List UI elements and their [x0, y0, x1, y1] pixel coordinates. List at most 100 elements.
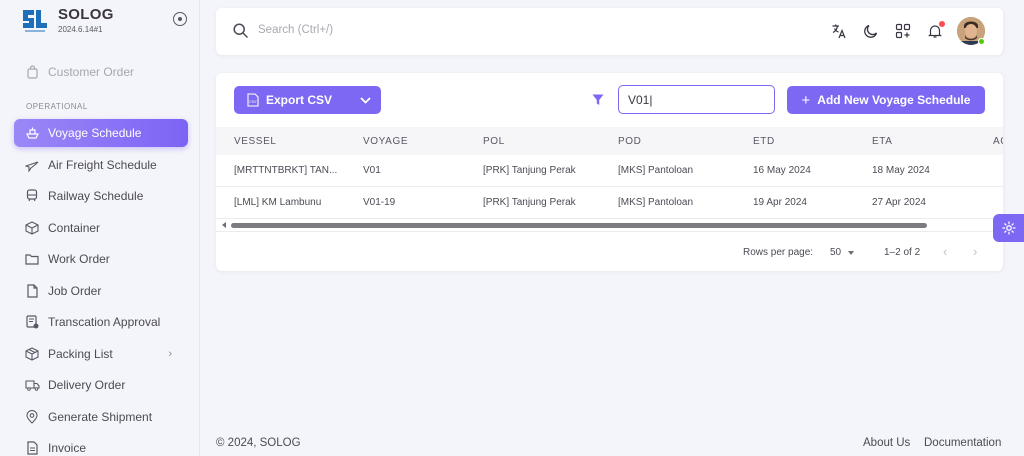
plus-icon: +: [801, 91, 811, 109]
cell-eta: 18 May 2024: [872, 165, 930, 176]
cell-pod: [MKS] Pantoloan: [618, 197, 694, 208]
apps-grid-icon[interactable]: [894, 22, 912, 40]
sidebar-item-job-order[interactable]: Job Order: [14, 277, 188, 305]
column-header-etd[interactable]: ETD: [753, 136, 775, 147]
cell-vessel: [LML] KM Lambunu: [234, 197, 322, 208]
notification-badge: [939, 21, 945, 27]
sidebar-item-label: Work Order: [48, 252, 110, 266]
brand-name: SOLOG: [58, 6, 114, 23]
invoice-icon: [24, 440, 40, 456]
horizontal-scrollbar[interactable]: [216, 221, 1003, 230]
export-csv-label: Export CSV: [266, 93, 333, 107]
approval-icon: [24, 314, 40, 330]
cell-eta: 27 Apr 2024: [872, 197, 926, 208]
previous-page-icon[interactable]: ‹: [943, 244, 947, 259]
dark-mode-icon[interactable]: [862, 22, 880, 40]
documentation-link[interactable]: Documentation: [924, 437, 1001, 449]
truck-icon: [24, 377, 40, 393]
scroll-left-icon[interactable]: [222, 222, 226, 228]
filter-icon[interactable]: [592, 94, 604, 106]
sl-logo-icon: [23, 10, 47, 32]
column-header-pod[interactable]: POD: [618, 136, 641, 147]
export-csv-button[interactable]: CSV Export CSV: [234, 86, 381, 114]
top-navbar: Search (Ctrl+/): [216, 8, 1003, 55]
sidebar-item-voyage-schedule[interactable]: Voyage Schedule: [14, 119, 188, 147]
export-dropdown-toggle[interactable]: [350, 86, 381, 114]
cell-pol: [PRK] Tanjung Perak: [483, 165, 576, 176]
folder-icon: [24, 251, 40, 267]
voyage-schedule-card: CSV Export CSV + Add New Voyage Schedule…: [216, 73, 1003, 271]
sidebar-item-label: Railway Schedule: [48, 189, 144, 203]
sidebar-item-label: Customer Order: [48, 65, 135, 79]
search-icon[interactable]: [233, 23, 248, 38]
sidebar-item-label: Job Order: [48, 284, 102, 298]
sidebar-item-label: Generate Shipment: [48, 410, 153, 424]
csv-file-icon: CSV: [247, 93, 259, 107]
file-icon: [24, 283, 40, 299]
table-row[interactable]: [LML] KM Lambunu V01-19 [PRK] Tanjung Pe…: [216, 187, 1003, 219]
sidebar-item-work-order[interactable]: Work Order: [14, 245, 188, 273]
pagination-range: 1–2 of 2: [884, 247, 921, 258]
sidebar-item-transcation-approval[interactable]: Transcation Approval: [14, 308, 188, 336]
train-icon: [24, 188, 40, 204]
ship-icon: [24, 125, 40, 141]
sidebar-item-delivery-order[interactable]: Delivery Order: [14, 371, 188, 399]
cell-etd: 19 Apr 2024: [753, 197, 807, 208]
brand[interactable]: SOLOG 2024.6.14#1: [20, 6, 114, 36]
add-voyage-schedule-button[interactable]: + Add New Voyage Schedule: [787, 86, 985, 114]
search-input[interactable]: Search (Ctrl+/): [258, 24, 333, 36]
sidebar-item-air-freight-schedule[interactable]: Air Freight Schedule: [14, 151, 188, 179]
plane-icon: [24, 157, 40, 173]
sidebar-item-label: Container: [48, 221, 101, 235]
sidebar-item-label: Delivery Order: [48, 378, 126, 392]
sidebar-item-label: Air Freight Schedule: [48, 158, 157, 172]
chevron-right-icon: ›: [168, 348, 172, 360]
sidebar-item-container[interactable]: Container: [14, 214, 188, 242]
sidebar-item-railway-schedule[interactable]: Railway Schedule: [14, 182, 188, 210]
column-header-eta[interactable]: ETA: [872, 136, 893, 147]
cell-voyage: V01: [363, 165, 381, 176]
cell-voyage: V01-19: [363, 197, 396, 208]
filter-input[interactable]: [618, 85, 775, 114]
column-header-voyage[interactable]: VOYAGE: [363, 136, 408, 147]
copyright-text: © 2024, SOLOG: [216, 437, 301, 449]
sidebar: SOLOG 2024.6.14#1 Customer Order OPERATI…: [0, 0, 200, 456]
table-row[interactable]: [MRTTNTBRKT] TAN... V01 [PRK] Tanjung Pe…: [216, 155, 1003, 187]
next-page-icon[interactable]: ›: [973, 244, 977, 259]
about-us-link[interactable]: About Us: [863, 437, 910, 449]
add-voyage-schedule-label: Add New Voyage Schedule: [817, 93, 971, 107]
table-header: VESSEL VOYAGE POL POD ETD ETA AC: [216, 127, 1003, 155]
cell-pol: [PRK] Tanjung Perak: [483, 197, 576, 208]
cell-vessel: [MRTTNTBRKT] TAN...: [234, 165, 338, 176]
column-header-action[interactable]: AC: [993, 136, 1003, 147]
table-pagination: Rows per page: 50 1–2 of 2 ‹ ›: [216, 231, 1003, 271]
gear-icon: [1001, 221, 1016, 235]
scrollbar-thumb[interactable]: [231, 223, 927, 228]
cell-etd: 16 May 2024: [753, 165, 811, 176]
sidebar-item-packing-list[interactable]: Packing List ›: [14, 340, 188, 368]
caret-down-icon[interactable]: [848, 251, 854, 255]
rows-per-page-label: Rows per page:: [743, 247, 814, 258]
brand-version: 2024.6.14#1: [58, 25, 103, 34]
sidebar-item-customer-order[interactable]: Customer Order: [14, 58, 188, 86]
sidebar-item-label: Voyage Schedule: [48, 126, 142, 140]
package-icon: [24, 346, 40, 362]
sidebar-item-label: Invoice: [48, 441, 87, 455]
svg-text:CSV: CSV: [249, 100, 257, 104]
chevron-down-icon: [360, 96, 371, 104]
customizer-settings-button[interactable]: [993, 214, 1024, 242]
column-header-pol[interactable]: POL: [483, 136, 505, 147]
box-icon: [24, 220, 40, 236]
column-header-vessel[interactable]: VESSEL: [234, 136, 277, 147]
cell-pod: [MKS] Pantoloan: [618, 165, 694, 176]
sidebar-item-label: Transcation Approval: [48, 315, 161, 329]
sidebar-item-label: Packing List: [48, 347, 113, 361]
rows-per-page-select[interactable]: 50: [830, 247, 841, 258]
sidebar-pin-icon[interactable]: [173, 12, 187, 26]
location-icon: [24, 409, 40, 425]
sidebar-item-generate-shipment[interactable]: Generate Shipment: [14, 403, 188, 431]
sidebar-section-label: OPERATIONAL: [26, 102, 88, 111]
translate-icon[interactable]: [830, 22, 848, 40]
sidebar-item-invoice[interactable]: Invoice: [14, 434, 188, 456]
online-status-dot: [978, 38, 985, 45]
